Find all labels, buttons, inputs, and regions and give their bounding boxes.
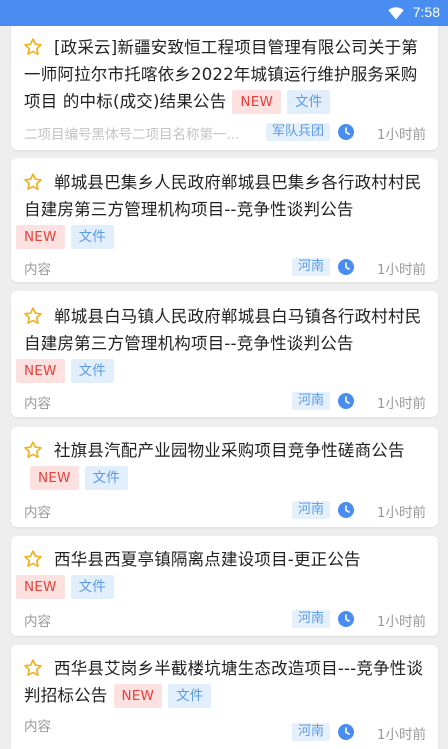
- item-title: 社旗县汽配产业园物业采购项目竞争性磋商公告 NEW 文件: [24, 437, 426, 491]
- list-item[interactable]: 西华县西夏亭镇隔离点建设项目-更正公告 NEW 文件 内容 河南 1小时前: [11, 536, 438, 636]
- file-tag[interactable]: 文件: [84, 466, 128, 490]
- clock-icon: [338, 393, 354, 409]
- item-title: 郸城县巴集乡人民政府郸城县巴集乡各行政村村民自建房第三方管理机构项目--竞争性谈…: [16, 169, 426, 250]
- clock-icon: [338, 124, 354, 140]
- item-title: 西华县西夏亭镇隔离点建设项目-更正公告 NEW 文件: [16, 546, 426, 600]
- item-title-text: 郸城县巴集乡人民政府郸城县巴集乡各行政村村民自建房第三方管理机构项目--竞争性谈…: [24, 173, 422, 219]
- item-meta: 内容 河南 1小时前: [24, 608, 426, 630]
- time-ago: 1小时前: [376, 262, 426, 278]
- item-meta: 内容 河南 1小时前: [24, 390, 426, 412]
- clock-icon: [338, 502, 354, 518]
- file-tag[interactable]: 文件: [70, 225, 114, 249]
- item-summary: 内容: [24, 505, 51, 521]
- new-badge: NEW: [16, 575, 65, 599]
- status-bar: 7:58: [0, 0, 448, 26]
- item-summary: 内容: [24, 396, 51, 412]
- clock-icon: [338, 259, 354, 275]
- time-ago: 1小时前: [376, 505, 426, 521]
- new-badge: NEW: [232, 90, 281, 114]
- item-title-text: 西华县西夏亭镇隔离点建设项目-更正公告: [54, 550, 361, 569]
- file-tag[interactable]: 文件: [168, 684, 212, 708]
- new-badge: NEW: [113, 684, 163, 708]
- time-ago: 1小时前: [376, 614, 426, 630]
- time-ago: 1小时前: [376, 396, 426, 412]
- file-tag[interactable]: 文件: [287, 90, 331, 114]
- item-meta: 内容 河南 1小时前: [24, 499, 426, 521]
- new-badge: NEW: [16, 225, 65, 249]
- item-title-text: 郸城县白马镇人民政府郸城县白马镇各行政村村民自建房第三方管理机构项目--竞争性谈…: [24, 307, 422, 353]
- region-badge: 河南: [291, 392, 330, 410]
- item-title-text: 西华县艾岗乡半截楼坑塘生态改造项目---竞争性谈判招标公告: [24, 659, 424, 705]
- item-meta: 内容 河南 1小时前: [24, 713, 426, 743]
- item-title: 西华县艾岗乡半截楼坑塘生态改造项目---竞争性谈判招标公告 NEW 文件: [24, 655, 426, 709]
- time-ago: 1小时前: [376, 727, 426, 743]
- file-tag[interactable]: 文件: [70, 575, 114, 599]
- time-ago: 1小时前: [376, 127, 426, 143]
- region-badge: 河南: [291, 723, 330, 741]
- clock-icon: [338, 611, 354, 627]
- file-tag[interactable]: 文件: [70, 359, 114, 383]
- item-summary: 内容: [24, 719, 51, 735]
- list-item[interactable]: 社旗县汽配产业园物业采购项目竞争性磋商公告 NEW 文件 内容 河南 1小时前: [11, 427, 438, 527]
- item-title-text: 社旗县汽配产业园物业采购项目竞争性磋商公告: [54, 441, 405, 460]
- wifi-icon: [388, 7, 404, 20]
- clock-icon: [338, 724, 354, 740]
- list-item[interactable]: 西华县艾岗乡半截楼坑塘生态改造项目---竞争性谈判招标公告 NEW 文件 内容 河南…: [11, 645, 438, 749]
- region-badge: 河南: [291, 501, 330, 519]
- list-item[interactable]: 郸城县白马镇人民政府郸城县白马镇各行政村村民自建房第三方管理机构项目--竞争性谈…: [11, 291, 438, 417]
- item-summary: 二项目编号黑体号二项目名称第一...: [24, 127, 240, 143]
- item-summary: 内容: [24, 614, 51, 630]
- item-title: [政采云]新疆安致恒工程项目管理有限公司关于第一师阿拉尔市托喀依乡2022年城镇…: [24, 34, 426, 115]
- region-badge: 河南: [291, 610, 330, 628]
- list-item[interactable]: 郸城县巴集乡人民政府郸城县巴集乡各行政村村民自建房第三方管理机构项目--竞争性谈…: [11, 158, 438, 282]
- new-badge: NEW: [16, 359, 65, 383]
- item-title: 郸城县白马镇人民政府郸城县白马镇各行政村村民自建房第三方管理机构项目--竞争性谈…: [16, 303, 426, 384]
- item-meta: 二项目编号黑体号二项目名称第一... 军队兵团 1小时前: [24, 121, 426, 143]
- item-title-text: [政采云]新疆安致恒工程项目管理有限公司关于第一师阿拉尔市托喀依乡2022年城镇…: [24, 38, 418, 111]
- region-badge: 河南: [291, 258, 330, 276]
- new-badge: NEW: [30, 466, 79, 490]
- item-meta: 内容 河南 1小时前: [24, 256, 426, 278]
- item-summary: 内容: [24, 262, 51, 278]
- status-time: 7:58: [412, 4, 440, 20]
- region-badge: 军队兵团: [265, 123, 330, 141]
